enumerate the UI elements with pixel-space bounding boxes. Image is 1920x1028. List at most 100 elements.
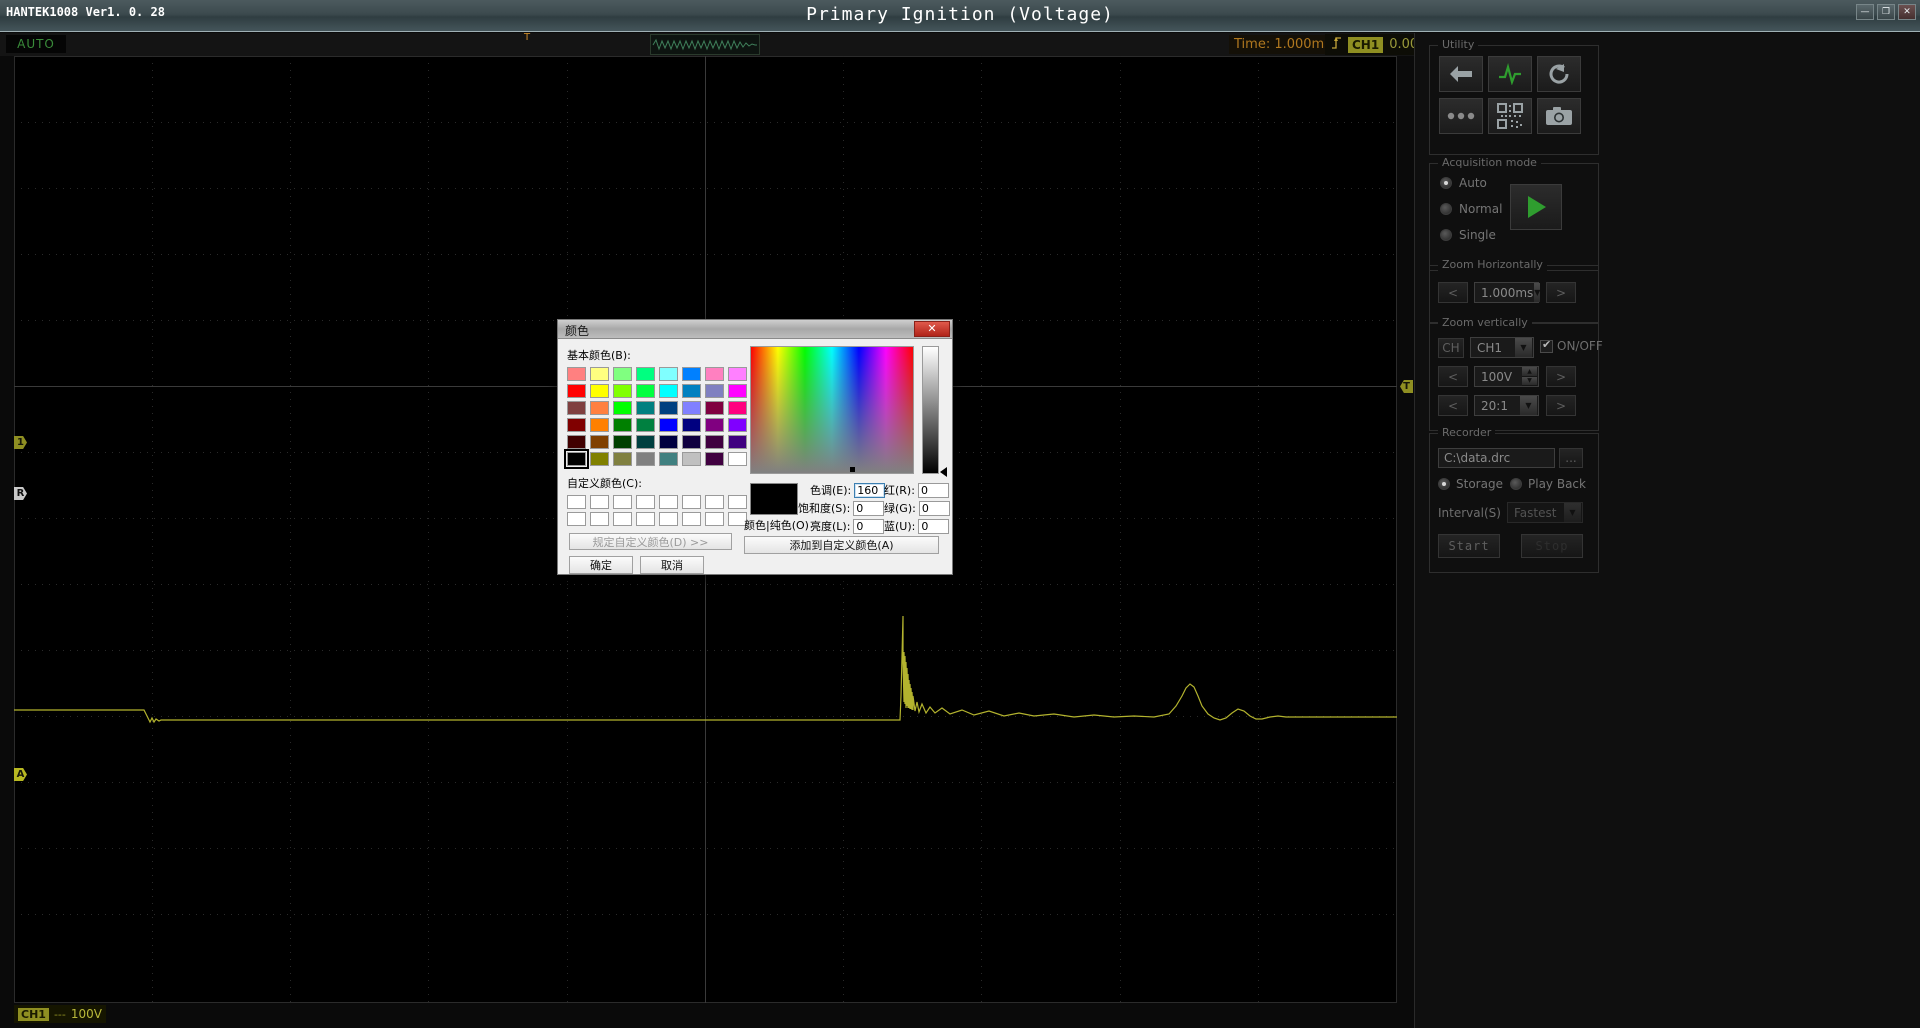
basic-color-swatch[interactable] [567,435,586,449]
basic-color-swatch[interactable] [659,384,678,398]
bottom-channel-badge[interactable]: CH1 [18,1008,49,1021]
vertical-channel-select[interactable]: CH1 ▼ [1470,337,1534,358]
radio-acquisition-normal[interactable]: Normal [1440,202,1502,216]
camera-icon[interactable] [1537,98,1581,134]
waveform-overview[interactable] [650,34,760,55]
basic-color-swatch[interactable] [636,367,655,381]
maximize-button[interactable]: ❐ [1877,4,1895,20]
close-button[interactable]: ✕ [1898,4,1916,20]
channel-onoff-toggle[interactable]: ON/OFF [1540,339,1603,353]
basic-color-swatch[interactable] [705,401,724,415]
recorder-browse-button[interactable]: ... [1559,448,1583,468]
basic-color-swatch[interactable] [728,367,747,381]
vertical-scale-input[interactable]: 100V [1481,370,1512,384]
custom-color-swatch[interactable] [659,512,678,526]
basic-color-swatch[interactable] [705,384,724,398]
basic-color-swatch[interactable] [728,418,747,432]
basic-color-swatch[interactable] [590,452,609,466]
spinner-icon[interactable]: ▲▼ [1522,367,1537,386]
recorder-start-button[interactable]: Start [1438,534,1500,558]
probe-ratio-next-button[interactable]: > [1546,395,1576,416]
basic-color-swatch[interactable] [567,401,586,415]
basic-color-swatch[interactable] [728,435,747,449]
basic-color-swatch[interactable] [705,367,724,381]
qrcode-icon[interactable] [1488,98,1532,134]
zoom-horizontal-prev-button[interactable]: < [1438,282,1468,303]
basic-color-swatch[interactable] [682,401,701,415]
basic-color-swatch[interactable] [590,418,609,432]
basic-color-swatch[interactable] [659,367,678,381]
basic-color-swatch[interactable] [705,452,724,466]
custom-color-swatch[interactable] [590,512,609,526]
radio-recorder-storage[interactable]: Storage [1438,477,1503,491]
probe-ratio-select[interactable]: 20:1 ▼ [1474,395,1539,416]
custom-color-swatch[interactable] [705,512,724,526]
back-arrow-icon[interactable] [1439,56,1483,92]
basic-color-swatch[interactable] [728,452,747,466]
basic-color-swatch[interactable] [590,401,609,415]
timebase-select[interactable]: 1.000ms ▼ [1474,282,1539,303]
basic-color-swatch[interactable] [590,367,609,381]
basic-color-swatch[interactable] [636,384,655,398]
trigger-channel-badge[interactable]: CH1 [1348,37,1383,53]
red-input[interactable]: 0 [918,483,949,498]
basic-color-swatch[interactable] [636,401,655,415]
refresh-icon[interactable] [1537,56,1581,92]
basic-color-swatch[interactable] [613,384,632,398]
luminance-input[interactable]: 0 [853,519,884,534]
more-dots-icon[interactable] [1439,98,1483,134]
channel-select-button[interactable]: CH [1438,338,1464,358]
green-input[interactable]: 0 [919,501,950,516]
basic-color-swatch[interactable] [590,384,609,398]
custom-color-swatch[interactable] [636,512,655,526]
basic-color-swatch[interactable] [613,435,632,449]
define-custom-colors-button[interactable]: 规定自定义颜色(D) >> [569,533,732,550]
basic-color-swatch[interactable] [636,452,655,466]
radio-acquisition-single[interactable]: Single [1440,228,1502,242]
vertical-scale-next-button[interactable]: > [1546,366,1576,387]
custom-color-swatch[interactable] [567,512,586,526]
basic-color-swatch[interactable] [728,401,747,415]
basic-color-swatch[interactable] [682,418,701,432]
basic-color-swatch[interactable] [659,435,678,449]
color-dialog-close-button[interactable]: ✕ [914,321,950,337]
basic-color-swatch[interactable] [613,367,632,381]
ok-button[interactable]: 确定 [569,556,633,574]
basic-color-swatch[interactable] [705,435,724,449]
vertical-scale-stepper[interactable]: 100V ▲▼ [1474,366,1539,387]
basic-color-swatch[interactable] [567,367,586,381]
basic-color-swatch[interactable] [567,452,586,466]
custom-color-swatch[interactable] [567,495,586,509]
hue-input[interactable]: 160 [854,483,885,498]
basic-color-swatch[interactable] [567,418,586,432]
basic-color-swatch[interactable] [682,435,701,449]
trigger-level-marker[interactable]: T [1400,380,1413,393]
radio-recorder-playback[interactable]: Play Back [1510,477,1586,491]
basic-color-swatch[interactable] [682,384,701,398]
radio-acquisition-auto[interactable]: Auto [1440,176,1502,190]
custom-color-swatch[interactable] [682,495,701,509]
waveform-icon[interactable] [1488,56,1532,92]
luminance-slider[interactable] [922,346,939,474]
custom-color-swatch[interactable] [636,495,655,509]
basic-color-swatch[interactable] [636,418,655,432]
minimize-button[interactable]: — [1856,4,1874,20]
interval-select[interactable]: Fastest ▼ [1507,502,1583,523]
cancel-button[interactable]: 取消 [640,556,704,574]
basic-color-swatch[interactable] [567,384,586,398]
color-spectrum-field[interactable] [750,346,914,474]
vertical-scale-prev-button[interactable]: < [1438,366,1468,387]
saturation-input[interactable]: 0 [853,501,884,516]
basic-color-swatch[interactable] [705,418,724,432]
zoom-horizontal-next-button[interactable]: > [1546,282,1576,303]
basic-color-swatch[interactable] [659,401,678,415]
basic-color-swatch[interactable] [659,418,678,432]
custom-color-swatch[interactable] [728,495,747,509]
add-to-custom-colors-button[interactable]: 添加到自定义颜色(A) [744,536,939,554]
basic-color-swatch[interactable] [613,418,632,432]
custom-color-swatch[interactable] [613,512,632,526]
custom-colors-grid[interactable] [567,495,743,526]
custom-color-swatch[interactable] [682,512,701,526]
custom-color-swatch[interactable] [613,495,632,509]
luminance-slider-handle[interactable] [940,467,947,477]
